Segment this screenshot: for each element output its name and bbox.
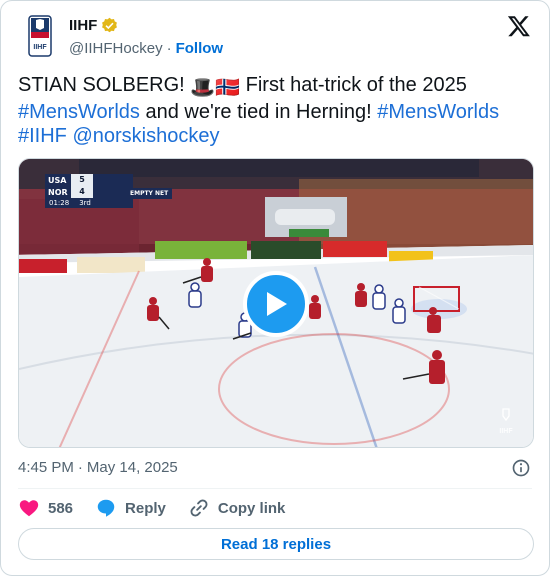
play-button[interactable] (243, 271, 309, 337)
iihf-watermark-icon (502, 408, 510, 422)
author-handle-row: @IIHFHockey · Follow (69, 40, 223, 57)
iihf-logo-icon: IIHF (28, 15, 52, 57)
team2-score: 4 (71, 186, 93, 198)
emoji: 🇳🇴 (215, 77, 241, 99)
tweet-text-segment: First hat-trick of the 2025 (240, 74, 467, 96)
team1-name: USA (48, 175, 67, 185)
verified-badge-icon (102, 17, 118, 33)
handle-separator: · (166, 40, 172, 57)
empty-net-badge: EMPTY NET (126, 188, 173, 199)
score-row-team2: NOR 4 (45, 186, 133, 198)
tweet-timestamp[interactable]: 4:45 PM · May 14, 2025 (18, 459, 178, 476)
copy-link-button[interactable]: Copy link (188, 497, 286, 519)
tweet-date: May 14, 2025 (86, 459, 178, 476)
team1-score: 5 (71, 174, 93, 186)
author-name[interactable]: IIHF (69, 17, 97, 34)
read-replies-button[interactable]: Read 18 replies (18, 528, 534, 560)
scoreboard-overlay: USA 5 NOR 4 01:28 3rd (45, 174, 133, 208)
time-separator: · (77, 459, 83, 476)
watermark-text: IIHF (499, 428, 513, 435)
tweet-text-segment: and we're tied in Herning! (139, 101, 378, 123)
hashtag-link[interactable]: #MensWorlds (377, 101, 499, 123)
score-row-team1: USA 5 (45, 174, 133, 186)
hashtag-link[interactable]: #MensWorlds (18, 101, 140, 123)
tweet-text-segment: STIAN SOLBERG! (18, 74, 191, 96)
tweet-time: 4:45 PM (18, 459, 74, 476)
hashtag-link[interactable]: #IIHF (18, 125, 67, 147)
game-clock: 01:28 3rd (45, 198, 133, 208)
svg-text:IIHF: IIHF (33, 44, 47, 51)
heart-icon (19, 500, 39, 517)
reply-label: Reply (125, 499, 166, 517)
info-icon[interactable] (511, 458, 531, 478)
video-player[interactable]: USA 5 NOR 4 01:28 3rd EMPTY NET IIHF (18, 158, 534, 448)
follow-button[interactable]: Follow (176, 40, 224, 57)
tweet-card: IIHF IIHF @IIHFHockey · Follow STIAN SOL… (0, 0, 550, 576)
reply-bubble-icon (97, 499, 115, 517)
copy-link-label: Copy link (217, 499, 286, 517)
tweet-text: STIAN SOLBERG! 🎩🇳🇴 First hat-trick of th… (18, 73, 534, 148)
author-avatar[interactable]: IIHF (19, 13, 61, 59)
action-bar: 586 Reply Copy link (18, 497, 307, 519)
clock-period: 3rd (79, 199, 91, 207)
team2-name: NOR (48, 187, 68, 197)
like-count: 586 (48, 499, 74, 517)
hashtag-link[interactable]: @norskishockey (72, 125, 219, 147)
clock-time: 01:28 (49, 199, 70, 207)
author-handle[interactable]: @IIHFHockey (69, 40, 163, 57)
reply-button[interactable]: Reply (95, 497, 166, 519)
play-icon (267, 292, 287, 316)
like-button[interactable]: 586 (18, 497, 73, 519)
iihf-watermark: IIHF (495, 408, 517, 435)
x-logo-icon[interactable] (507, 14, 531, 38)
divider (18, 488, 532, 489)
author-name-row: IIHF (69, 17, 118, 34)
emoji: 🎩 (190, 77, 216, 99)
link-icon (190, 499, 208, 517)
